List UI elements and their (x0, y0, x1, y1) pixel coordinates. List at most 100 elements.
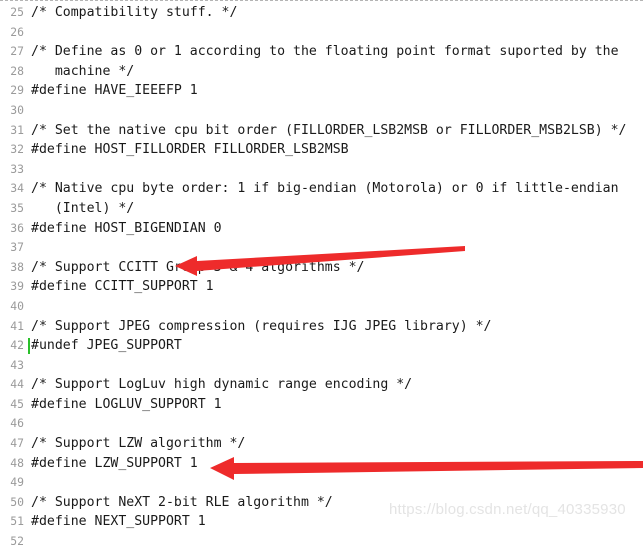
line-number: 37 (10, 240, 24, 255)
change-marker-none (28, 299, 30, 315)
code-line[interactable]: 32 #define HOST_FILLORDER FILLORDER_LSB2M… (0, 140, 643, 160)
code-line[interactable]: 42 #undef JPEG_SUPPORT (0, 336, 643, 356)
code-text: machine */ (31, 63, 135, 79)
change-marker-none (28, 279, 30, 295)
change-marker-none (28, 358, 30, 374)
code-text: /* Native cpu byte order: 1 if big-endia… (31, 181, 619, 197)
code-text: #define LOGLUV_SUPPORT 1 (31, 396, 222, 412)
change-marker-none (28, 142, 30, 158)
code-line[interactable]: 52 (0, 532, 643, 547)
change-marker-none (28, 64, 30, 80)
change-marker-none (28, 181, 30, 197)
code-text: /* Support CCITT Group 3 & 4 algorithms … (31, 259, 365, 275)
change-marker-none (28, 103, 30, 119)
line-number: 33 (10, 161, 24, 176)
change-marker-none (28, 319, 30, 335)
code-line[interactable]: 48 #define LZW_SUPPORT 1 (0, 454, 643, 474)
line-number: 25 (10, 5, 24, 19)
change-marker-none (28, 123, 30, 139)
line-number: 39 (10, 279, 24, 294)
code-line[interactable]: 44 /* Support LogLuv high dynamic range e… (0, 375, 643, 395)
change-marker-none (28, 5, 30, 21)
code-text: #define HOST_BIGENDIAN 0 (31, 220, 222, 236)
line-number: 43 (10, 357, 24, 372)
change-marker-none (28, 201, 30, 217)
code-text: #define HOST_FILLORDER FILLORDER_LSB2MSB (31, 142, 349, 158)
code-text: #undef JPEG_SUPPORT (31, 338, 182, 354)
change-marker-none (28, 436, 30, 452)
code-line[interactable]: 47 /* Support LZW algorithm */ (0, 434, 643, 454)
code-line[interactable]: 35 (Intel) */ (0, 199, 643, 219)
change-marker-none (28, 377, 30, 393)
line-number: 28 (10, 63, 24, 78)
code-line[interactable]: 26 (0, 23, 643, 43)
code-line[interactable]: 27 /* Define as 0 or 1 according to the f… (0, 42, 643, 62)
code-text: #define CCITT_SUPPORT 1 (31, 279, 214, 295)
code-line[interactable]: 31 /* Set the native cpu bit order (FILLO… (0, 121, 643, 141)
line-number: 34 (10, 181, 24, 196)
change-marker-none (28, 83, 30, 99)
line-number: 51 (10, 514, 24, 529)
line-number: 26 (10, 24, 24, 39)
change-marker-none (28, 534, 30, 547)
code-line[interactable]: 46 (0, 414, 643, 434)
code-line[interactable]: 39 #define CCITT_SUPPORT 1 (0, 277, 643, 297)
line-number: 44 (10, 377, 24, 392)
line-number: 50 (10, 494, 24, 509)
line-number: 49 (10, 475, 24, 490)
line-number: 30 (10, 102, 24, 117)
code-text: /* Support NeXT 2-bit RLE algorithm */ (31, 494, 333, 510)
code-line[interactable]: 41 /* Support JPEG compression (requires … (0, 317, 643, 337)
change-marker-modified (28, 338, 30, 355)
change-marker-none (28, 260, 30, 276)
code-line[interactable]: 37 (0, 238, 643, 258)
change-marker-none (28, 162, 30, 178)
code-text: #define NEXT_SUPPORT 1 (31, 514, 206, 530)
code-editor-pane[interactable]: 25 /* Compatibility stuff. */ 26 27 /* Defin… (0, 0, 643, 547)
code-text: (Intel) */ (31, 200, 135, 216)
code-line[interactable]: 40 (0, 297, 643, 317)
code-line[interactable]: 25 /* Compatibility stuff. */ (0, 3, 643, 23)
line-number: 41 (10, 318, 24, 333)
change-marker-none (28, 456, 30, 472)
code-line[interactable]: 43 (0, 356, 643, 376)
code-line[interactable]: 29 #define HAVE_IEEEFP 1 (0, 81, 643, 101)
code-line[interactable]: 28 machine */ (0, 62, 643, 82)
code-text: /* Set the native cpu bit order (FILLORD… (31, 122, 627, 138)
line-number: 40 (10, 298, 24, 313)
change-marker-none (28, 221, 30, 237)
code-text: /* Support LZW algorithm */ (31, 436, 246, 452)
line-number: 52 (10, 534, 24, 547)
change-marker-none (28, 25, 30, 41)
line-number: 31 (10, 122, 24, 137)
code-text: /* Define as 0 or 1 according to the flo… (31, 44, 619, 60)
code-text: /* Compatibility stuff. */ (31, 5, 238, 20)
code-line[interactable]: 33 (0, 160, 643, 180)
change-marker-none (28, 514, 30, 530)
code-line[interactable]: 49 (0, 473, 643, 493)
line-number: 36 (10, 220, 24, 235)
code-line[interactable]: 34 /* Native cpu byte order: 1 if big-end… (0, 179, 643, 199)
code-text: #define LZW_SUPPORT 1 (31, 455, 198, 471)
code-text: /* Support JPEG compression (requires IJ… (31, 318, 492, 334)
code-text: /* Support LogLuv high dynamic range enc… (31, 377, 413, 393)
code-lines-container[interactable]: 25 /* Compatibility stuff. */ 26 27 /* Defin… (0, 3, 643, 547)
code-line[interactable]: 45 #define LOGLUV_SUPPORT 1 (0, 395, 643, 415)
change-marker-none (28, 240, 30, 256)
code-line[interactable]: 38 /* Support CCITT Group 3 & 4 algorithm… (0, 258, 643, 278)
line-number: 27 (10, 44, 24, 59)
line-number: 42 (10, 338, 24, 353)
code-line[interactable]: 36 #define HOST_BIGENDIAN 0 (0, 219, 643, 239)
change-marker-none (28, 44, 30, 60)
code-text: #define HAVE_IEEEFP 1 (31, 83, 198, 99)
change-marker-none (28, 416, 30, 432)
line-number: 38 (10, 259, 24, 274)
change-marker-none (28, 475, 30, 491)
change-marker-none (28, 397, 30, 413)
code-line[interactable]: 30 (0, 101, 643, 121)
change-marker-none (28, 495, 30, 511)
line-number: 45 (10, 396, 24, 411)
line-number: 35 (10, 200, 24, 215)
line-number: 48 (10, 455, 24, 470)
line-number: 46 (10, 416, 24, 431)
